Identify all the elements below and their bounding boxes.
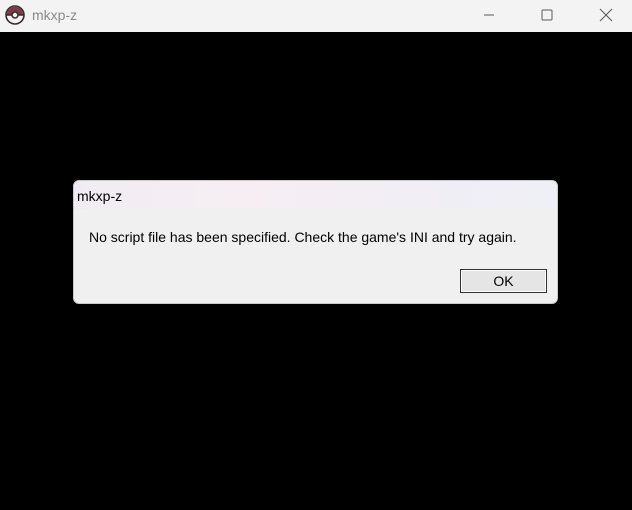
dialog-title-bar[interactable]: mkxp-z xyxy=(74,181,557,209)
window-title: mkxp-z xyxy=(32,7,78,23)
pokeball-icon xyxy=(5,5,25,25)
app-window: mkxp-z mkxp-z No script file has been sp… xyxy=(0,0,632,510)
title-bar[interactable]: mkxp-z xyxy=(0,0,632,32)
maximize-icon xyxy=(541,9,553,21)
minimize-icon xyxy=(484,14,494,16)
ok-button[interactable]: OK xyxy=(460,269,547,293)
dialog-title: mkxp-z xyxy=(77,188,123,204)
minimize-button[interactable] xyxy=(466,0,512,30)
dialog-message: No script file has been specified. Check… xyxy=(89,229,517,245)
close-button[interactable] xyxy=(583,0,629,30)
maximize-button[interactable] xyxy=(524,0,570,30)
close-icon xyxy=(599,8,613,22)
error-dialog: mkxp-z No script file has been specified… xyxy=(73,180,558,304)
